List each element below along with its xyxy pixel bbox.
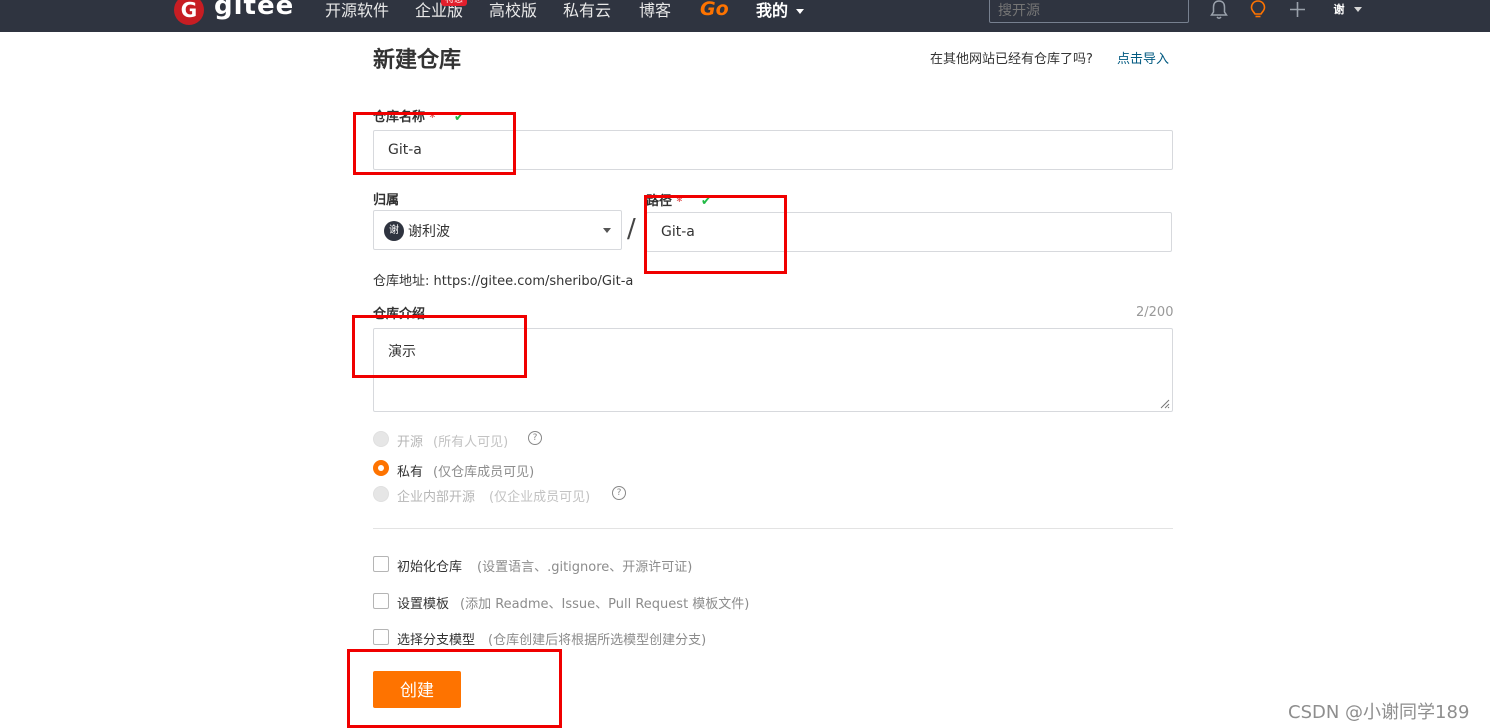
owner-label: 归属 (373, 193, 400, 208)
radio-open-source-hint: (所有人可见) (433, 435, 509, 450)
owner-select[interactable]: 谢 谢利波 (373, 210, 622, 250)
help-icon[interactable]: ? (612, 486, 626, 500)
top-navbar: G gitee 开源软件 企业版 特惠 高校版 私有云 博客 Go 我的 谢 (0, 0, 1490, 32)
lightbulb-icon[interactable] (1249, 0, 1267, 20)
radio-enterprise-internal-hint: (仅企业成员可见) (489, 490, 591, 505)
nav-mine-label: 我的 (756, 1, 789, 20)
init-repo-checkbox[interactable] (373, 556, 389, 572)
desc-char-counter: 2/200 (1136, 305, 1174, 320)
template-checkbox[interactable] (373, 593, 389, 609)
bell-icon[interactable] (1210, 0, 1228, 20)
plus-icon[interactable] (1289, 1, 1306, 18)
radio-enterprise-internal-label[interactable]: 企业内部开源 (397, 486, 475, 505)
radio-enterprise-internal[interactable] (373, 486, 389, 502)
template-label[interactable]: 设置模板 (397, 593, 449, 612)
radio-private-label[interactable]: 私有 (397, 461, 423, 480)
branch-model-hint: (仓库创建后将根据所选模型创建分支) (488, 633, 707, 648)
path-label-text: 路径 (646, 194, 673, 209)
radio-private[interactable] (373, 460, 389, 476)
template-hint: (添加 Readme、Issue、Pull Request 模板文件) (460, 597, 750, 612)
radio-private-hint: (仅仓库成员可见) (433, 465, 535, 480)
required-mark: * (676, 195, 683, 208)
repo-desc-label: 仓库介绍 (373, 307, 426, 322)
radio-open-source[interactable] (373, 431, 389, 447)
gitee-brand-text: gitee (214, 0, 295, 21)
owner-name: 谢利波 (408, 224, 450, 240)
chevron-down-icon[interactable] (1354, 7, 1362, 12)
nav-item-education[interactable]: 高校版 (489, 0, 537, 22)
init-repo-label[interactable]: 初始化仓库 (397, 556, 462, 575)
hot-badge: 特惠 (441, 0, 468, 6)
resize-handle-icon[interactable] (1158, 397, 1170, 409)
user-avatar[interactable]: 谢 (1328, 0, 1350, 20)
import-question: 在其他网站已经有仓库了吗? (930, 52, 1093, 67)
required-mark: * (429, 111, 436, 124)
create-button[interactable]: 创建 (373, 671, 461, 708)
repo-name-label-text: 仓库名称 (373, 110, 426, 125)
nav-item-open-source[interactable]: 开源软件 (325, 0, 389, 22)
help-icon[interactable]: ? (528, 431, 542, 445)
owner-avatar: 谢 (384, 221, 404, 241)
nav-item-private-cloud[interactable]: 私有云 (563, 0, 611, 22)
path-separator: / (627, 214, 636, 244)
repo-desc-textarea[interactable]: 演示 (373, 328, 1173, 412)
nav-item-blog[interactable]: 博客 (639, 0, 671, 22)
search-input[interactable] (989, 0, 1189, 23)
branch-model-label[interactable]: 选择分支模型 (397, 629, 475, 648)
repo-address-prefix: 仓库地址: (373, 274, 430, 289)
nav-item-mine[interactable]: 我的 (756, 0, 804, 22)
check-icon: ✔ (453, 110, 465, 125)
chevron-down-icon (795, 9, 804, 14)
chevron-down-icon (603, 228, 611, 233)
path-label: 路径 * ✔ (646, 190, 712, 209)
repo-address: 仓库地址: https://gitee.com/sheribo/Git-a (373, 270, 633, 289)
page-title: 新建仓库 (373, 48, 462, 73)
init-repo-hint: (设置语言、.gitignore、开源许可证) (477, 560, 693, 575)
branch-model-checkbox[interactable] (373, 629, 389, 645)
gitee-logo-icon: G (174, 0, 204, 25)
repo-path-input[interactable] (646, 212, 1172, 252)
repo-name-label: 仓库名称 * ✔ (373, 106, 465, 125)
repo-address-url: https://gitee.com/sheribo/Git-a (433, 274, 634, 289)
check-icon: ✔ (700, 194, 712, 209)
radio-open-source-label[interactable]: 开源 (397, 431, 423, 450)
section-divider (373, 528, 1173, 529)
nav-item-go[interactable]: Go (700, 0, 729, 20)
csdn-watermark: CSDN @小谢同学189 (1288, 702, 1470, 723)
import-link[interactable]: 点击导入 (1117, 48, 1169, 67)
repo-name-input[interactable] (373, 130, 1173, 170)
